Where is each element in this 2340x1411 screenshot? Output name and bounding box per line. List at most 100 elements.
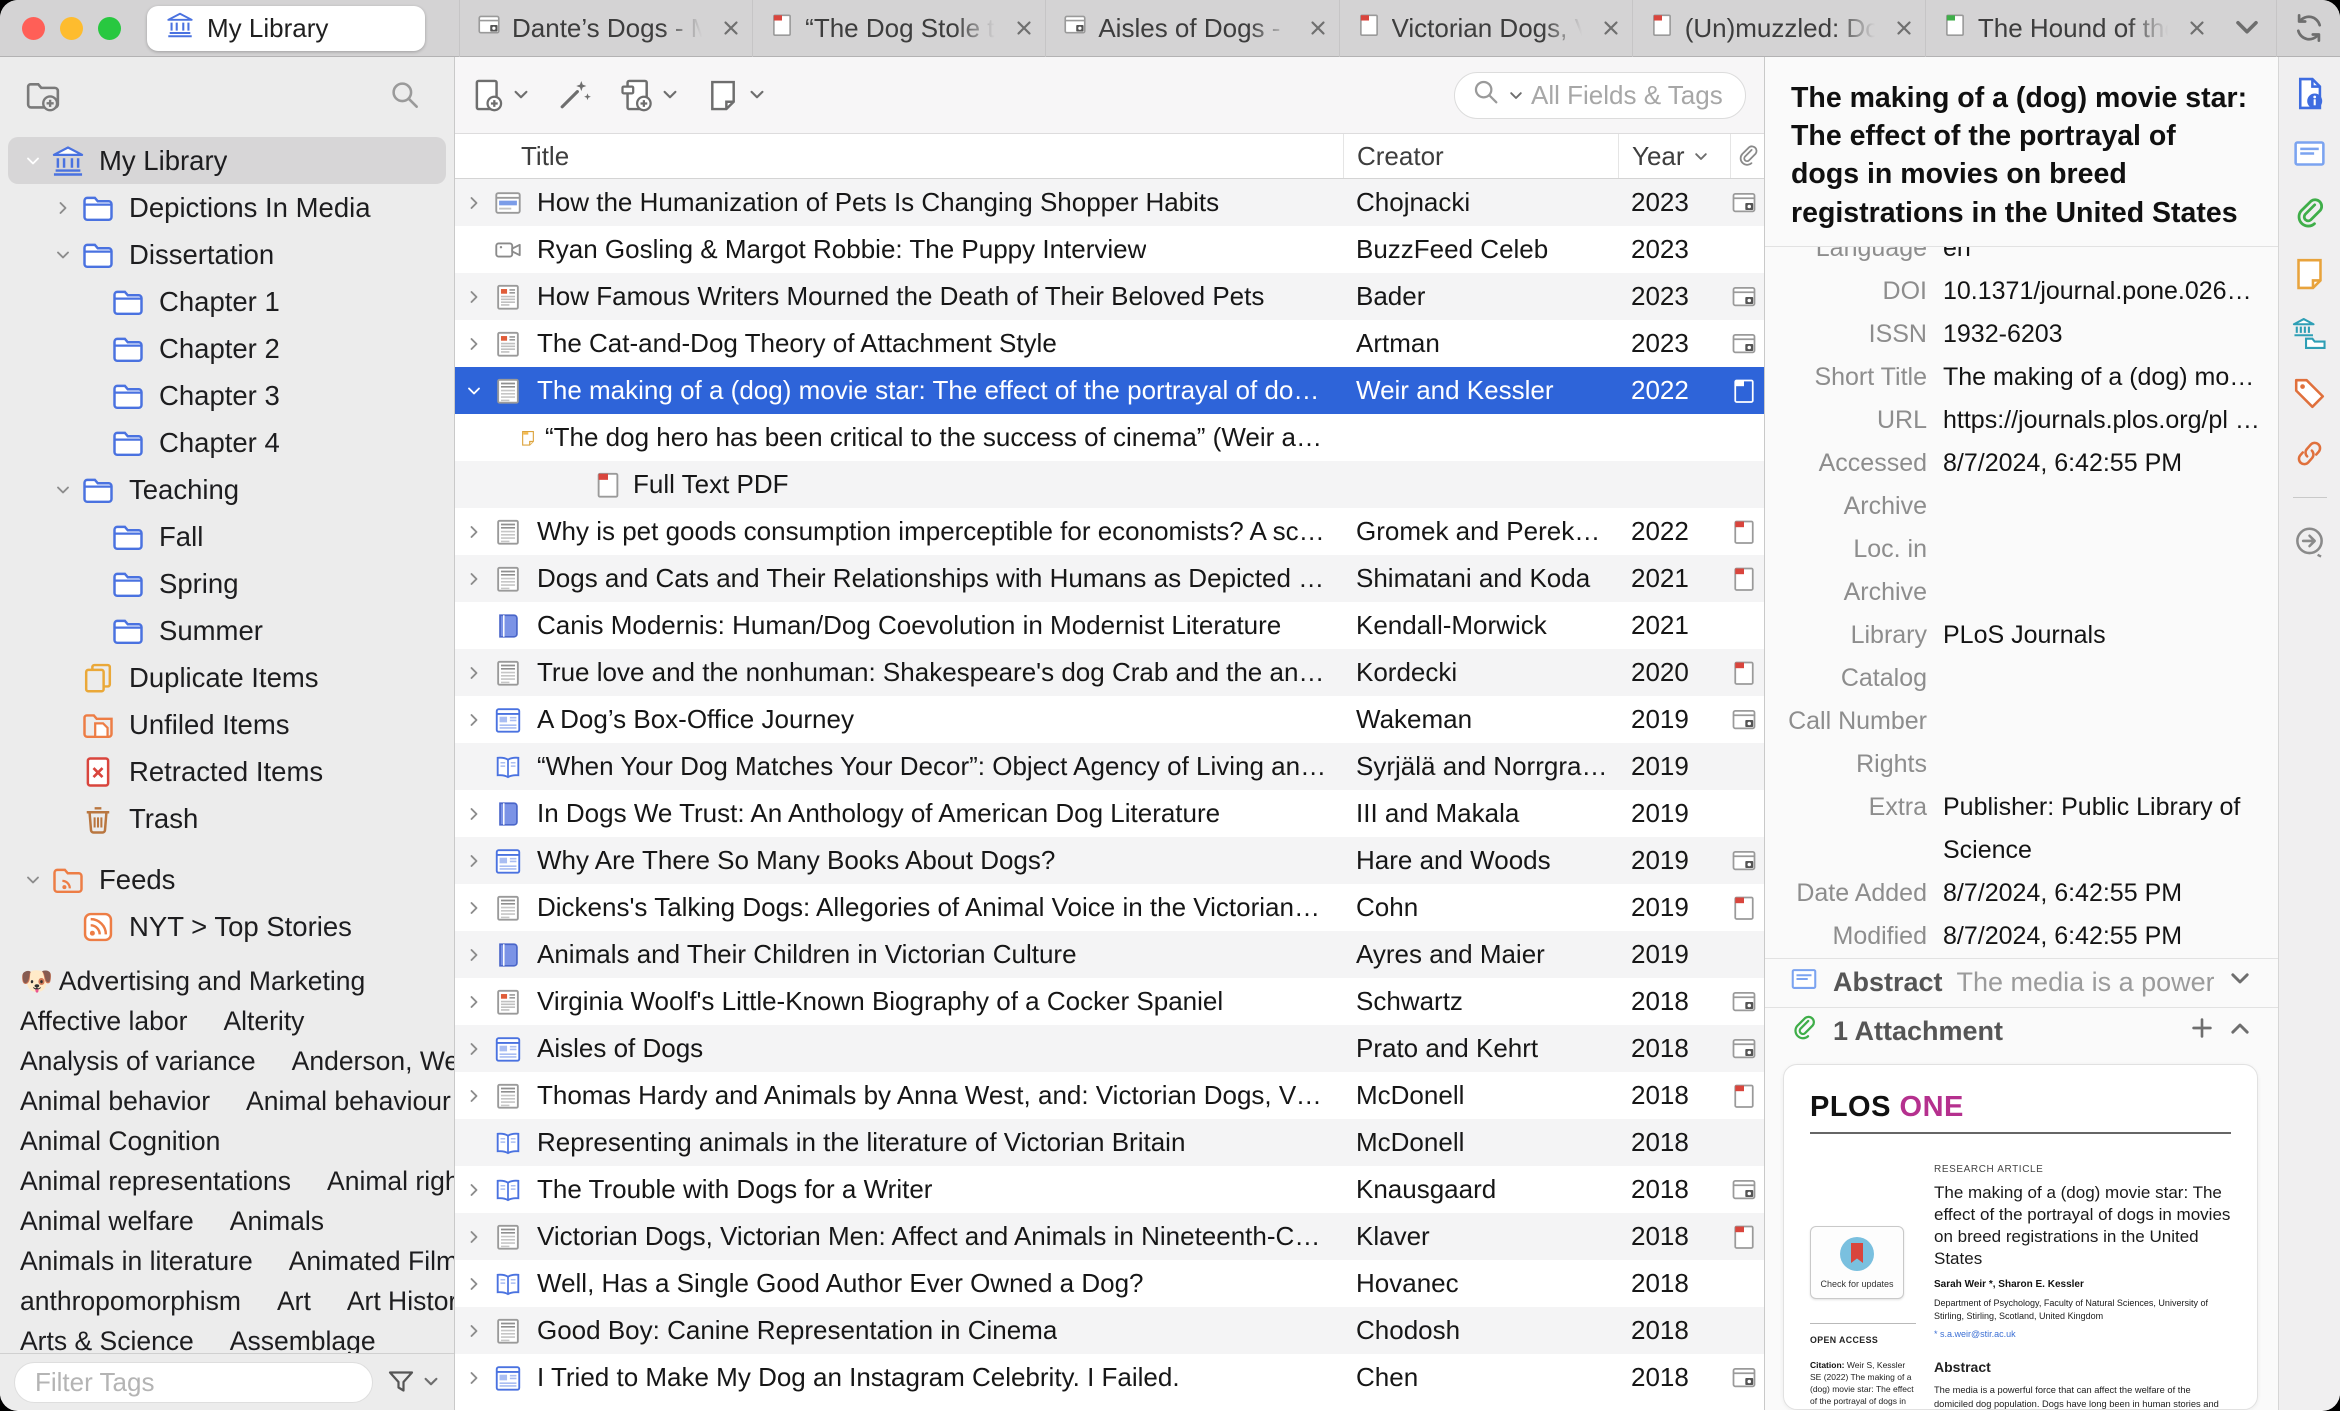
sidebar-item-chapter-4[interactable]: Chapter 4	[8, 419, 446, 466]
document-tab[interactable]: Dante’s Dogs - Mang	[459, 0, 752, 57]
field-value[interactable]	[1943, 743, 2278, 786]
twisty-icon[interactable]	[16, 151, 50, 171]
tag-item[interactable]: Animal Cognition	[20, 1126, 220, 1157]
item-row[interactable]: Victorian Dogs, Victorian Men: Affect an…	[455, 1213, 1764, 1260]
tag-item[interactable]: anthropomorphism	[20, 1286, 241, 1317]
tag-item[interactable]: Animal behaviour	[246, 1086, 451, 1117]
twisty-icon[interactable]	[16, 870, 50, 890]
close-icon[interactable]	[1013, 17, 1035, 39]
item-row[interactable]: Why is pet goods consumption imperceptib…	[455, 508, 1764, 555]
twisty-icon[interactable]	[455, 898, 493, 918]
tag-item[interactable]: Arts & Science	[20, 1326, 194, 1353]
item-row[interactable]: Thomas Hardy and Animals by Anna West, a…	[455, 1072, 1764, 1119]
item-row[interactable]: The Trouble with Dogs for a Writer Knausg…	[455, 1166, 1764, 1213]
sidebar-item-feeds[interactable]: Feeds	[8, 856, 446, 903]
twisty-icon[interactable]	[455, 851, 493, 871]
item-row[interactable]: Why Are There So Many Books About Dogs? H…	[455, 837, 1764, 884]
item-row[interactable]: Canis Modernis: Human/Dog Coevolution in…	[455, 602, 1764, 649]
tag-item[interactable]: Affective labor	[20, 1006, 187, 1037]
twisty-icon[interactable]	[455, 287, 493, 307]
column-header-title[interactable]: Title	[455, 134, 1343, 178]
document-tab[interactable]: “The Dog Stole the P	[752, 0, 1045, 57]
field-value[interactable]: Publisher: Public Library of Science	[1943, 786, 2278, 872]
tag-item[interactable]: Alterity	[223, 1006, 304, 1037]
attachment-preview-card[interactable]: PLOS ONE Check for updates OPEN ACCESS C…	[1783, 1063, 2258, 1410]
item-row[interactable]: Animals and Their Children in Victorian …	[455, 931, 1764, 978]
tag-item[interactable]: Animal behavior	[20, 1086, 210, 1117]
filter-options-icon[interactable]	[385, 1366, 440, 1398]
item-row[interactable]: The making of a (dog) movie star: The ef…	[455, 367, 1764, 414]
close-icon[interactable]	[1893, 17, 1915, 39]
notes-tab-icon[interactable]	[2291, 255, 2328, 292]
twisty-icon[interactable]	[46, 480, 80, 500]
sidebar-item-retracted-items[interactable]: Retracted Items	[8, 748, 446, 795]
item-row[interactable]: Virginia Woolf's Little-Known Biography …	[455, 978, 1764, 1025]
twisty-icon[interactable]	[455, 334, 493, 354]
twisty-icon[interactable]	[455, 1039, 493, 1059]
libraries-tab-icon[interactable]	[2291, 315, 2328, 352]
field-value[interactable]: 8/7/2024, 6:42:55 PM	[1943, 915, 2278, 958]
filter-tags-input[interactable]	[14, 1361, 373, 1403]
sidebar-item-nyt-gt-top-stories[interactable]: NYT > Top Stories	[8, 903, 446, 950]
twisty-icon[interactable]	[455, 992, 493, 1012]
add-by-identifier-button[interactable]	[556, 77, 592, 113]
twisty-icon[interactable]	[455, 1086, 493, 1106]
field-value[interactable]	[1943, 700, 2278, 743]
item-row[interactable]: The Cat-and-Dog Theory of Attachment Sty…	[455, 320, 1764, 367]
twisty-icon[interactable]	[455, 381, 493, 401]
locate-tab-icon[interactable]	[2291, 523, 2328, 560]
tag-item[interactable]: 🐶 Advertising and Marketing	[20, 966, 365, 997]
sidebar-item-duplicate-items[interactable]: Duplicate Items	[8, 654, 446, 701]
tag-item[interactable]: Animal rights	[327, 1166, 454, 1197]
close-window-button[interactable]	[22, 16, 45, 40]
twisty-icon[interactable]	[455, 1321, 493, 1341]
tag-item[interactable]: Animated Films	[289, 1246, 454, 1277]
tag-item[interactable]: Anderson, Wes	[292, 1046, 454, 1077]
field-value[interactable]: 10.1371/journal.pone.0261 …	[1943, 270, 2278, 313]
new-collection-button[interactable]	[24, 76, 62, 119]
tag-item[interactable]: Analysis of variance	[20, 1046, 256, 1077]
document-tab[interactable]: Aisles of Dogs - Prat	[1045, 0, 1338, 57]
attachments-section[interactable]: 1 Attachment	[1765, 1006, 2278, 1056]
new-item-button[interactable]	[469, 77, 530, 113]
sidebar-item-dissertation[interactable]: Dissertation	[8, 231, 446, 278]
sidebar-item-chapter-2[interactable]: Chapter 2	[8, 325, 446, 372]
minimize-window-button[interactable]	[60, 16, 83, 40]
twisty-icon[interactable]	[455, 1368, 493, 1388]
twisty-icon[interactable]	[455, 522, 493, 542]
field-value[interactable]: 8/7/2024, 6:42:55 PM	[1943, 872, 2278, 915]
sidebar-item-summer[interactable]: Summer	[8, 607, 446, 654]
related-tab-icon[interactable]	[2291, 435, 2328, 472]
item-row[interactable]: Well, Has a Single Good Author Ever Owne…	[455, 1260, 1764, 1307]
item-row[interactable]: “When Your Dog Matches Your Decor”: Obje…	[455, 743, 1764, 790]
twisty-icon[interactable]	[455, 1227, 493, 1247]
tag-item[interactable]: Art	[277, 1286, 311, 1317]
twisty-icon[interactable]	[455, 569, 493, 589]
field-value[interactable]: https://journals.plos.org/pl …	[1943, 399, 2278, 442]
tags-tab-icon[interactable]	[2291, 375, 2328, 412]
add-attachment-icon[interactable]	[2190, 1016, 2214, 1047]
twisty-icon[interactable]	[455, 663, 493, 683]
twisty-icon[interactable]	[455, 710, 493, 730]
item-row[interactable]: How the Humanization of Pets Is Changing…	[455, 179, 1764, 226]
field-value[interactable]: 8/7/2024, 6:42:55 PM	[1943, 442, 2278, 485]
item-row[interactable]: Good Boy: Canine Representation in Cinem…	[455, 1307, 1764, 1354]
item-row[interactable]: Dogs and Cats and Their Relationships wi…	[455, 555, 1764, 602]
tag-item[interactable]: Animal welfare	[20, 1206, 194, 1237]
abstract-tab-icon[interactable]	[2291, 135, 2328, 172]
tab-overflow-button[interactable]	[2218, 0, 2276, 57]
item-row[interactable]: In Dogs We Trust: An Anthology of Americ…	[455, 790, 1764, 837]
item-row[interactable]: True love and the nonhuman: Shakespeare'…	[455, 649, 1764, 696]
close-icon[interactable]	[720, 17, 742, 39]
item-row[interactable]: Dickens's Talking Dogs: Allegories of An…	[455, 884, 1764, 931]
twisty-icon[interactable]	[455, 1180, 493, 1200]
sidebar-item-unfiled-items[interactable]: Unfiled Items	[8, 701, 446, 748]
twisty-icon[interactable]	[455, 193, 493, 213]
item-row[interactable]: Ryan Gosling & Margot Robbie: The Puppy …	[455, 226, 1764, 273]
field-value[interactable]: The making of a (dog) mo …	[1943, 356, 2278, 399]
field-value[interactable]	[1943, 485, 2278, 528]
chevron-down-icon[interactable]	[2228, 967, 2252, 998]
twisty-icon[interactable]	[455, 804, 493, 824]
column-header-attachment[interactable]	[1730, 134, 1765, 178]
twisty-icon[interactable]	[46, 198, 80, 218]
